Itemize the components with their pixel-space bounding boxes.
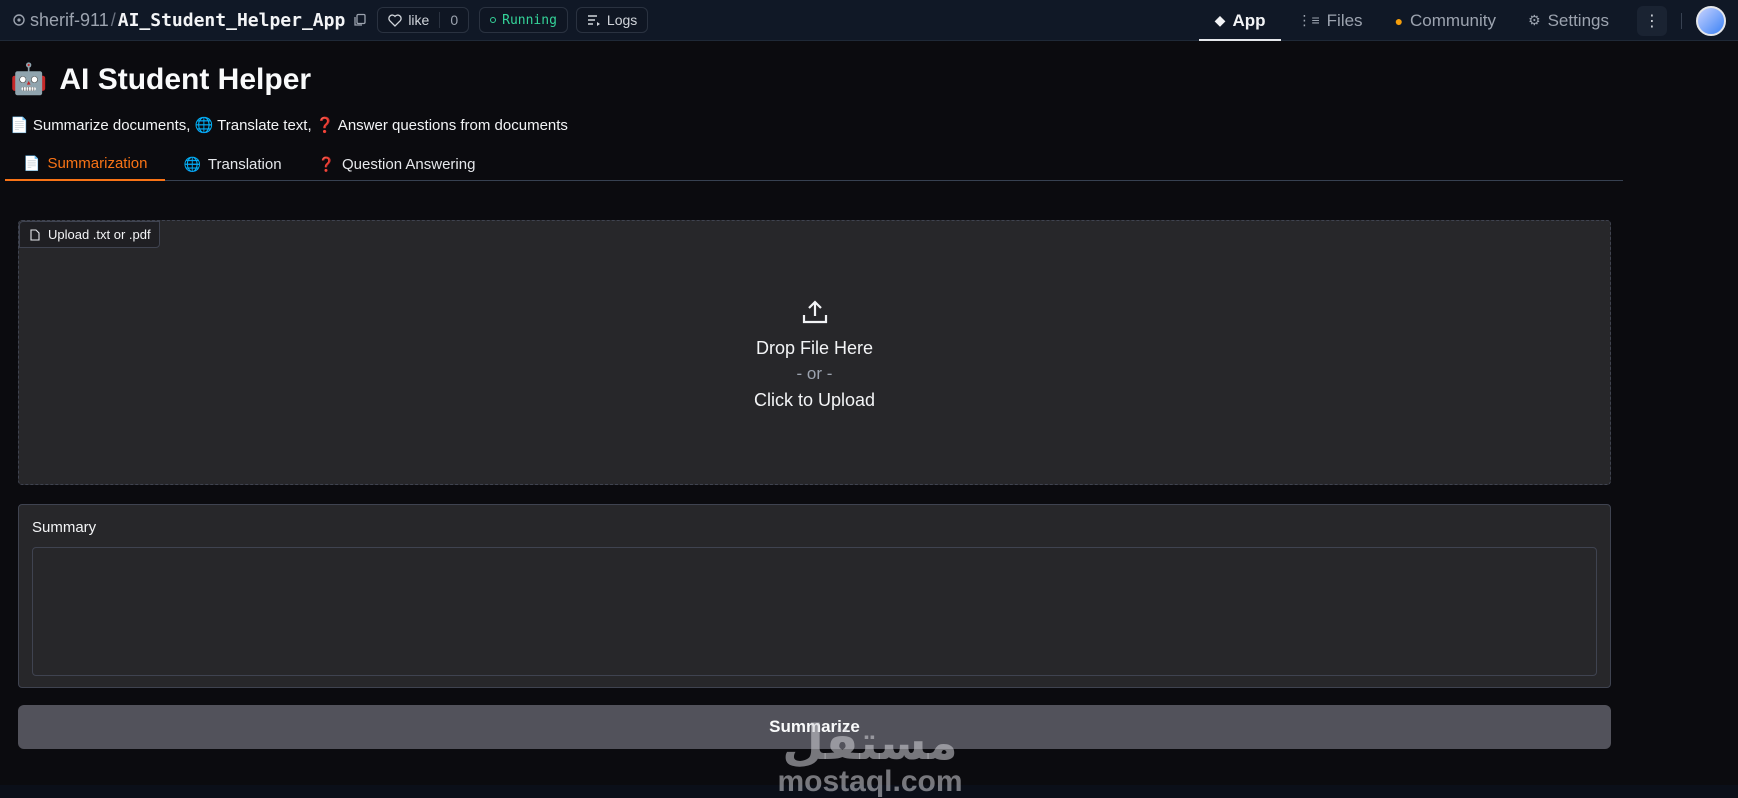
repo-owner-link[interactable]: sherif-911 (30, 10, 109, 31)
page-title: AI Student Helper (59, 63, 312, 96)
tab-bar: 📄 Summarization 🌐 Translation ❓ Question… (5, 147, 1623, 181)
heart-icon (388, 13, 403, 27)
like-label: like (408, 12, 430, 28)
page-subtitle: 📄 Summarize documents, 🌐 Translate text,… (10, 117, 568, 134)
robot-icon: 🤖 (10, 63, 48, 96)
files-icon: ⋮≡ (1297, 12, 1320, 28)
status-badge: Running (479, 7, 568, 33)
document-icon: 📄 (23, 154, 41, 171)
tab-translation[interactable]: 🌐 Translation (165, 147, 299, 181)
summary-block: Summary (18, 504, 1611, 688)
logs-button[interactable]: Logs (575, 7, 649, 33)
summary-label: Summary (32, 519, 97, 536)
file-dropzone[interactable]: Upload .txt or .pdf Drop File Here - or … (18, 220, 1611, 485)
title-row: 🤖 AI Student Helper (10, 63, 311, 97)
nav-community-label: Community (1410, 10, 1496, 30)
nav-settings[interactable]: ⚙ Settings (1512, 0, 1625, 41)
divider (1681, 12, 1682, 29)
globe-icon: 🌐 (183, 155, 201, 172)
nav-community[interactable]: ● Community (1379, 0, 1512, 41)
repo-breadcrumb: sherif-911 / AI_Student_Helper_App (12, 10, 367, 31)
nav-settings-label: Settings (1547, 10, 1609, 30)
gear-icon: ⚙ (1528, 12, 1541, 28)
status-text: Running (502, 12, 557, 28)
upload-icon (802, 300, 827, 324)
upload-label-text: Upload .txt or .pdf (48, 227, 151, 242)
summarize-button[interactable]: Summarize (18, 705, 1611, 749)
tab-translation-label: Translation (207, 155, 282, 173)
logs-icon (587, 15, 600, 26)
like-button[interactable]: like 0 (377, 7, 470, 33)
logs-label: Logs (606, 12, 638, 28)
or-text: - or - (796, 364, 833, 383)
file-icon (30, 228, 40, 241)
drop-text: Drop File Here (755, 338, 874, 358)
upload-field-label: Upload .txt or .pdf (19, 221, 160, 248)
tab-summarization-label: Summarization (47, 154, 148, 172)
community-icon: ● (1394, 12, 1404, 29)
more-options-icon[interactable]: ⋮ (1637, 5, 1667, 36)
repo-name-link[interactable]: AI_Student_Helper_App (118, 10, 346, 31)
tab-question-answering[interactable]: ❓ Question Answering (300, 147, 494, 181)
tab-question-answering-label: Question Answering (342, 155, 476, 173)
main-nav: ◆ App ⋮≡ Files ● Community ⚙ Settings ⋮ (1198, 0, 1738, 41)
breadcrumb-separator: / (110, 9, 116, 30)
copy-icon[interactable] (353, 13, 367, 27)
drop-instructions: Drop File Here - or - Click to Upload (19, 299, 1610, 413)
top-bar: sherif-911 / AI_Student_Helper_App like … (0, 0, 1738, 41)
tab-summarization[interactable]: 📄 Summarization (5, 147, 166, 181)
avatar[interactable] (1696, 5, 1726, 36)
click-to-upload-text[interactable]: Click to Upload (19, 387, 1610, 413)
summary-output[interactable] (32, 547, 1597, 676)
nav-app-label: App (1232, 10, 1266, 30)
status-dot-icon (490, 17, 497, 23)
nav-files-label: Files (1326, 10, 1363, 30)
question-icon: ❓ (317, 155, 336, 172)
cube-icon: ◆ (1214, 12, 1226, 28)
space-icon (13, 14, 25, 26)
app-container: 🤖 AI Student Helper 📄 Summarize document… (0, 41, 1738, 797)
nav-app[interactable]: ◆ App (1198, 0, 1282, 41)
like-count: 0 (439, 12, 458, 28)
nav-files[interactable]: ⋮≡ Files (1281, 0, 1378, 41)
